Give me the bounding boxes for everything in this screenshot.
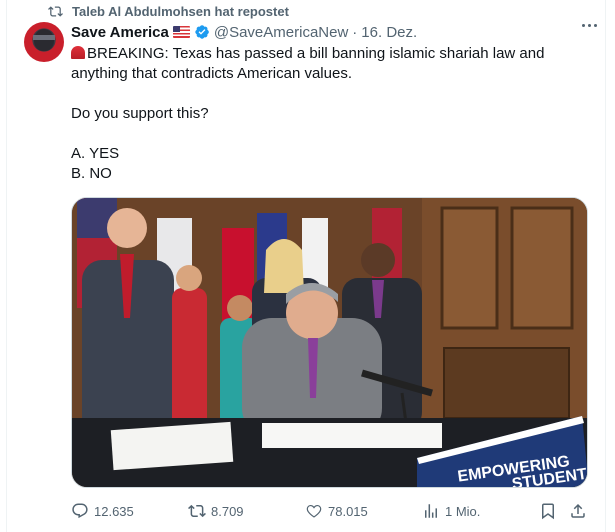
repost-button[interactable]: 8.709: [188, 500, 244, 522]
more-options-icon[interactable]: [582, 24, 597, 27]
photo-scene: EMPOWERING STUDENTS: [72, 198, 587, 487]
tweet-question: Do you support this?: [71, 105, 209, 122]
views-count: 1 Mio.: [445, 503, 481, 519]
repost-indicator[interactable]: Taleb Al Abdulmohsen hat repostet: [48, 2, 289, 20]
repost-label: Taleb Al Abdulmohsen hat repostet: [72, 3, 289, 19]
author-name[interactable]: Save America: [71, 24, 169, 41]
like-button[interactable]: 78.015: [305, 500, 368, 522]
repost-icon: [188, 504, 206, 518]
reply-button[interactable]: 12.635: [71, 500, 134, 522]
us-flag-icon: [172, 26, 190, 38]
separator-dot: ·: [352, 23, 358, 41]
verified-badge-icon[interactable]: [194, 24, 210, 40]
avatar-face: [34, 29, 54, 51]
heart-icon: [306, 504, 322, 518]
repost-icon: [48, 5, 63, 17]
tweet-actions: 12.635 8.709 78.015 1 Mio.: [71, 500, 591, 522]
bookmark-button[interactable]: [539, 500, 562, 522]
share-button[interactable]: [569, 500, 592, 522]
tweet-option-b: B. NO: [71, 165, 112, 182]
like-count: 78.015: [328, 503, 368, 519]
bookmark-icon: [542, 503, 554, 520]
views-button[interactable]: 1 Mio.: [422, 500, 480, 522]
repost-count: 8.709: [211, 503, 244, 519]
reply-count: 12.635: [94, 503, 134, 519]
tweet-date[interactable]: 16. Dez.: [361, 24, 417, 41]
tweet-text: BREAKING: Texas has passed a bill bannin…: [71, 44, 591, 184]
tweet-header: Save America @SaveAmericaNew · 16. Dez.: [71, 22, 417, 42]
tweet-photo[interactable]: EMPOWERING STUDENTS: [71, 197, 588, 488]
siren-emoji-icon: [71, 46, 85, 59]
avatar[interactable]: [24, 22, 64, 62]
author-handle[interactable]: @SaveAmericaNew: [214, 24, 348, 41]
reply-icon: [72, 503, 88, 519]
tweet-option-a: A. YES: [71, 145, 120, 162]
avatar-band: [33, 35, 55, 40]
tweet-line-1: BREAKING: Texas has passed a bill bannin…: [71, 45, 545, 82]
views-chart-icon: [425, 504, 437, 518]
share-icon: [571, 503, 585, 518]
